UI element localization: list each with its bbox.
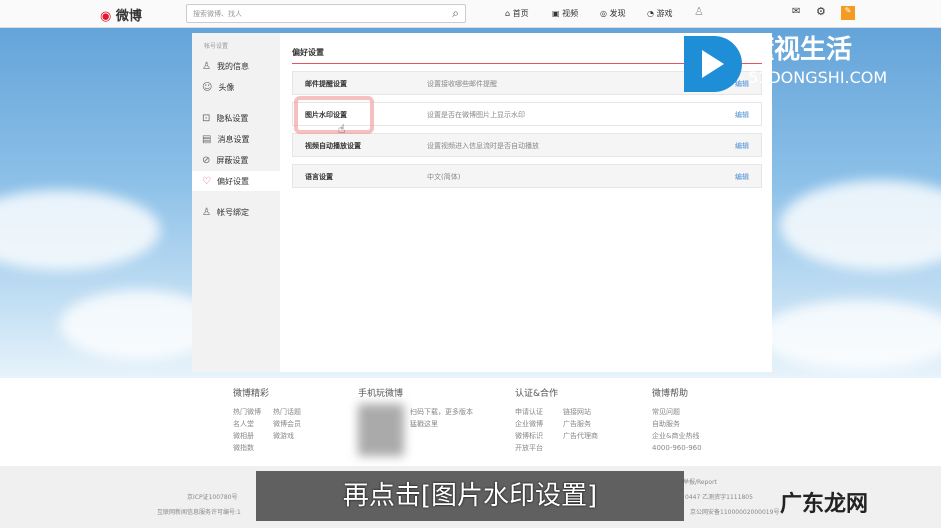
- lock-icon: ⊡: [202, 112, 211, 124]
- weibo-logo[interactable]: ◉ 微博: [100, 5, 142, 24]
- setting-row-language: 语言设置 中文(简体) 编辑: [292, 164, 762, 188]
- sidebar-item-avatar[interactable]: ☺ 头像: [202, 77, 280, 97]
- search-input[interactable]: 搜索微博、找人 ⌕: [186, 4, 466, 23]
- watermark-logo: 懂视生活 51DONGSHI.COM: [684, 36, 887, 92]
- corner-watermark: 广东龙网: [780, 492, 869, 517]
- page-title: 偏好设置: [292, 48, 324, 57]
- top-nav-bar: ◉ 微博 搜索微博、找人 ⌕ ⌂ 首页 ▣ 视频 ◎ 发现 ◔ 游戏 ♙ ✉ ⚙ …: [0, 0, 941, 28]
- mail-icon[interactable]: ✉: [792, 6, 800, 17]
- sidebar-heading: 帐号设置: [204, 43, 229, 50]
- user-icon[interactable]: ♙: [694, 5, 704, 18]
- block-icon: ⊘: [202, 154, 211, 166]
- nav-video[interactable]: ▣ 视频: [552, 8, 578, 19]
- qr-code: [358, 404, 404, 456]
- highlight-box: [294, 96, 374, 134]
- sidebar-item-preferences[interactable]: ♡ 偏好设置: [192, 171, 280, 191]
- sidebar-item-message[interactable]: ▤ 消息设置: [202, 129, 280, 149]
- nav-home[interactable]: ⌂ 首页: [505, 8, 529, 19]
- compose-icon[interactable]: ✎: [841, 6, 855, 20]
- edit-link[interactable]: 编辑: [735, 141, 749, 151]
- user-icon: ♙: [202, 206, 211, 218]
- setting-row-video: 视频自动播放设置 设置视频进入信息流时是否自动播放 编辑: [292, 133, 762, 157]
- edit-link[interactable]: 编辑: [735, 172, 749, 182]
- avatar-icon: ☺: [202, 81, 213, 93]
- heart-icon: ♡: [202, 175, 211, 187]
- nav-game[interactable]: ◔ 游戏: [647, 8, 673, 19]
- footer: 微博精彩 热门微博 热门话题 名人堂 微博会员 微相册 微游戏 微指数 手机玩微博 扫码下载…: [0, 378, 941, 466]
- sidebar-item-my-info[interactable]: ♙ 我的信息: [202, 56, 280, 76]
- gear-icon[interactable]: ⚙: [816, 5, 826, 18]
- message-icon: ▤: [202, 133, 212, 145]
- hand-cursor-icon: ☝: [338, 122, 346, 136]
- sidebar-item-binding[interactable]: ♙ 帐号绑定: [202, 202, 280, 222]
- search-icon[interactable]: ⌕: [452, 6, 459, 21]
- sidebar: 帐号设置 ♙ 我的信息 ☺ 头像 ⊡ 隐私设置 ▤ 消息设置 ⊘ 屏蔽设置 ♡ 偏好设置 ♙…: [192, 33, 280, 372]
- video-subtitle: 再点击[图片水印设置]: [256, 471, 684, 521]
- sidebar-item-block[interactable]: ⊘ 屏蔽设置: [202, 150, 280, 170]
- sidebar-item-privacy[interactable]: ⊡ 隐私设置: [202, 108, 280, 128]
- user-icon: ♙: [202, 60, 211, 72]
- nav-discover[interactable]: ◎ 发现: [600, 8, 626, 19]
- edit-link[interactable]: 编辑: [735, 110, 749, 120]
